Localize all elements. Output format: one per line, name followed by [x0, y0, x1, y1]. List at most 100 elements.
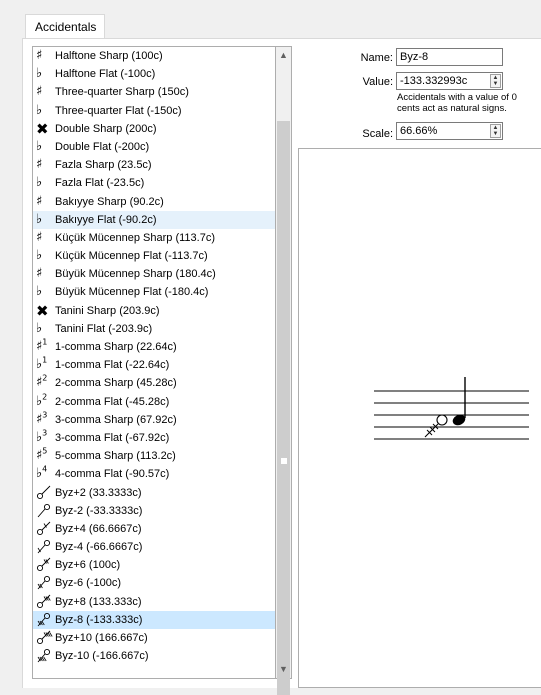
list-item-label: 4-comma Flat (-90.57c)	[55, 468, 170, 481]
value-spinbox[interactable]: -133.332993c ▲ ▼	[396, 72, 503, 90]
list-item[interactable]: ♭ Halftone Flat (-100c)	[33, 65, 275, 83]
list-item[interactable]: ♭1 1-comma Flat (-22.64c)	[33, 356, 275, 374]
tab-label: Accidentals	[35, 20, 97, 34]
list-item-label: 2-comma Sharp (45.28c)	[55, 377, 177, 390]
list-item[interactable]: Byz+2 (33.3333c)	[33, 484, 275, 502]
list-item[interactable]: Byz+10 (166.667c)	[33, 629, 275, 647]
list-item[interactable]: Byz+4 (66.6667c)	[33, 520, 275, 538]
accidental-list[interactable]: ♯ Halftone Sharp (100c) ♭ Halftone Flat (-1…	[32, 46, 276, 679]
list-item-label: Tanini Flat (-203.9c)	[55, 322, 153, 335]
scroll-down-arrow-icon[interactable]: ▼	[276, 661, 291, 678]
value-note: Accidentals with a value of 0 cents act …	[397, 92, 517, 114]
accidental-glyph: ✖	[36, 119, 49, 138]
scroll-thumb[interactable]	[277, 121, 290, 695]
comma-count: 4	[42, 464, 48, 474]
list-item-label: Three-quarter Sharp (150c)	[55, 86, 189, 99]
list-item-label: Küçük Mücennep Flat (-113.7c)	[55, 250, 208, 263]
accidental-glyph: ♯	[36, 266, 43, 282]
comma-count: 1	[42, 337, 48, 347]
list-item[interactable]: ♭ Küçük Mücennep Flat (-113.7c)	[33, 247, 275, 265]
scroll-up-arrow-icon[interactable]: ▲	[276, 47, 291, 64]
scale-label: Scale:	[362, 128, 393, 140]
list-item[interactable]: ♯ Three-quarter Sharp (150c)	[33, 83, 275, 101]
list-item-label: Byz-10 (-166.667c)	[55, 650, 149, 663]
byzantine-flat-icon	[36, 574, 55, 592]
name-input[interactable]: Byz-8	[396, 48, 503, 66]
comma-sharp-icon: ♯3	[36, 411, 55, 429]
list-item[interactable]: ♯ Büyük Mücennep Sharp (180.4c)	[33, 265, 275, 283]
accidental-glyph: ♯	[36, 48, 43, 63]
list-item[interactable]: ♯ Halftone Sharp (100c)	[33, 47, 275, 65]
list-item[interactable]: ✖ Double Sharp (200c)	[33, 120, 275, 138]
list-item[interactable]: ♭ Büyük Mücennep Flat (-180.4c)	[33, 283, 275, 301]
list-item[interactable]: ♭ Three-quarter Flat (-150c)	[33, 102, 275, 120]
list-item-label: 5-comma Sharp (113.2c)	[55, 450, 176, 463]
accidental-glyph: ♭	[36, 138, 43, 154]
kucuk-mucennep-sharp-icon: ♯	[36, 229, 55, 247]
list-item[interactable]: ♯2 2-comma Sharp (45.28c)	[33, 374, 275, 392]
list-item[interactable]: ♭4 4-comma Flat (-90.57c)	[33, 465, 275, 483]
accidental-glyph: ♭	[36, 211, 43, 227]
list-item[interactable]: ♭ Bakıyye Flat (-90.2c)	[33, 210, 275, 229]
list-item[interactable]: ♯3 3-comma Sharp (67.92c)	[33, 411, 275, 429]
comma-flat-icon: ♭1	[36, 356, 55, 374]
list-scrollbar[interactable]: ▲ ▼	[276, 46, 292, 695]
list-item-label: Fazla Sharp (23.5c)	[55, 159, 152, 172]
scale-spinbox[interactable]: 66.66% ▲ ▼	[396, 122, 503, 140]
buyuk-mucennep-flat-icon: ♭	[36, 283, 55, 301]
comma-count: 2	[42, 392, 48, 402]
list-item[interactable]: ♭ Tanini Flat (-203.9c)	[33, 320, 275, 338]
list-item-label: Byz-8 (-133.333c)	[55, 613, 143, 626]
list-item[interactable]: ♭3 3-comma Flat (-67.92c)	[33, 429, 275, 447]
buyuk-mucennep-sharp-icon: ♯	[36, 265, 55, 283]
value-spin-icon[interactable]: ▲ ▼	[490, 74, 501, 88]
list-item[interactable]: ✖ Tanini Sharp (203.9c)	[33, 302, 275, 320]
list-item[interactable]: ♯ Bakıyye Sharp (90.2c)	[33, 193, 275, 211]
list-item[interactable]: Byz+8 (133.333c)	[33, 593, 275, 611]
accidental-preview	[298, 148, 541, 688]
list-item[interactable]: ♭ Fazla Flat (-23.5c)	[33, 174, 275, 192]
list-item-label: 3-comma Sharp (67.92c)	[55, 413, 177, 426]
list-item[interactable]: ♯5 5-comma Sharp (113.2c)	[33, 447, 275, 465]
accidental-glyph: ✖	[36, 301, 49, 320]
double-sharp-icon: ✖	[36, 120, 55, 138]
list-item[interactable]: ♯1 1-comma Sharp (22.64c)	[33, 338, 275, 356]
tab-accidentals[interactable]: Accidentals	[25, 14, 105, 39]
byzantine-accidental-icon	[424, 414, 448, 438]
list-item-label: Bakıyye Sharp (90.2c)	[55, 195, 164, 208]
value-value: -133.332993c	[400, 75, 468, 87]
list-item-label: Halftone Flat (-100c)	[55, 68, 156, 81]
list-item[interactable]: ♯ Küçük Mücennep Sharp (113.7c)	[33, 229, 275, 247]
byzantine-flat-icon	[36, 502, 55, 520]
list-item[interactable]: ♭2 2-comma Flat (-45.28c)	[33, 393, 275, 411]
comma-count: 5	[42, 446, 48, 456]
list-item[interactable]: Byz-8 (-133.333c)	[33, 610, 275, 629]
scale-value: 66.66%	[400, 125, 438, 137]
comma-count: 3	[42, 410, 48, 420]
list-item[interactable]: Byz-4 (-66.6667c)	[33, 538, 275, 556]
name-value: Byz-8	[400, 51, 429, 63]
accidental-glyph: ♭	[36, 320, 43, 336]
list-item[interactable]: ♯ Fazla Sharp (23.5c)	[33, 156, 275, 174]
three-quarter-flat-icon: ♭	[36, 102, 55, 120]
accidental-glyph: ♭	[36, 248, 43, 264]
list-item-label: Byz-4 (-66.6667c)	[55, 541, 143, 554]
list-item-label: Three-quarter Flat (-150c)	[55, 104, 182, 117]
comma-flat-icon: ♭4	[36, 465, 55, 483]
tab-bar: Accidentals	[0, 0, 541, 39]
scale-spin-icon[interactable]: ▲ ▼	[490, 124, 501, 138]
list-item[interactable]: ♭ Double Flat (-200c)	[33, 138, 275, 156]
list-item-label: 1-comma Sharp (22.64c)	[55, 341, 177, 353]
list-item-label: Büyük Mücennep Flat (-180.4c)	[55, 286, 209, 299]
value-label: Value:	[362, 76, 393, 88]
list-item-label: Byz+10 (166.667c)	[55, 632, 148, 644]
byzantine-sharp-icon	[36, 556, 55, 574]
list-item[interactable]: Byz-10 (-166.667c)	[33, 647, 275, 665]
list-item-label: Bakıyye Flat (-90.2c)	[55, 213, 157, 226]
list-item[interactable]: Byz+6 (100c)	[33, 556, 275, 574]
accidental-glyph: ♭	[36, 175, 43, 191]
list-item[interactable]: Byz-2 (-33.3333c)	[33, 502, 275, 520]
flat-icon: ♭	[36, 65, 55, 83]
list-item[interactable]: Byz-6 (-100c)	[33, 574, 275, 592]
kucuk-mucennep-flat-icon: ♭	[36, 247, 55, 265]
